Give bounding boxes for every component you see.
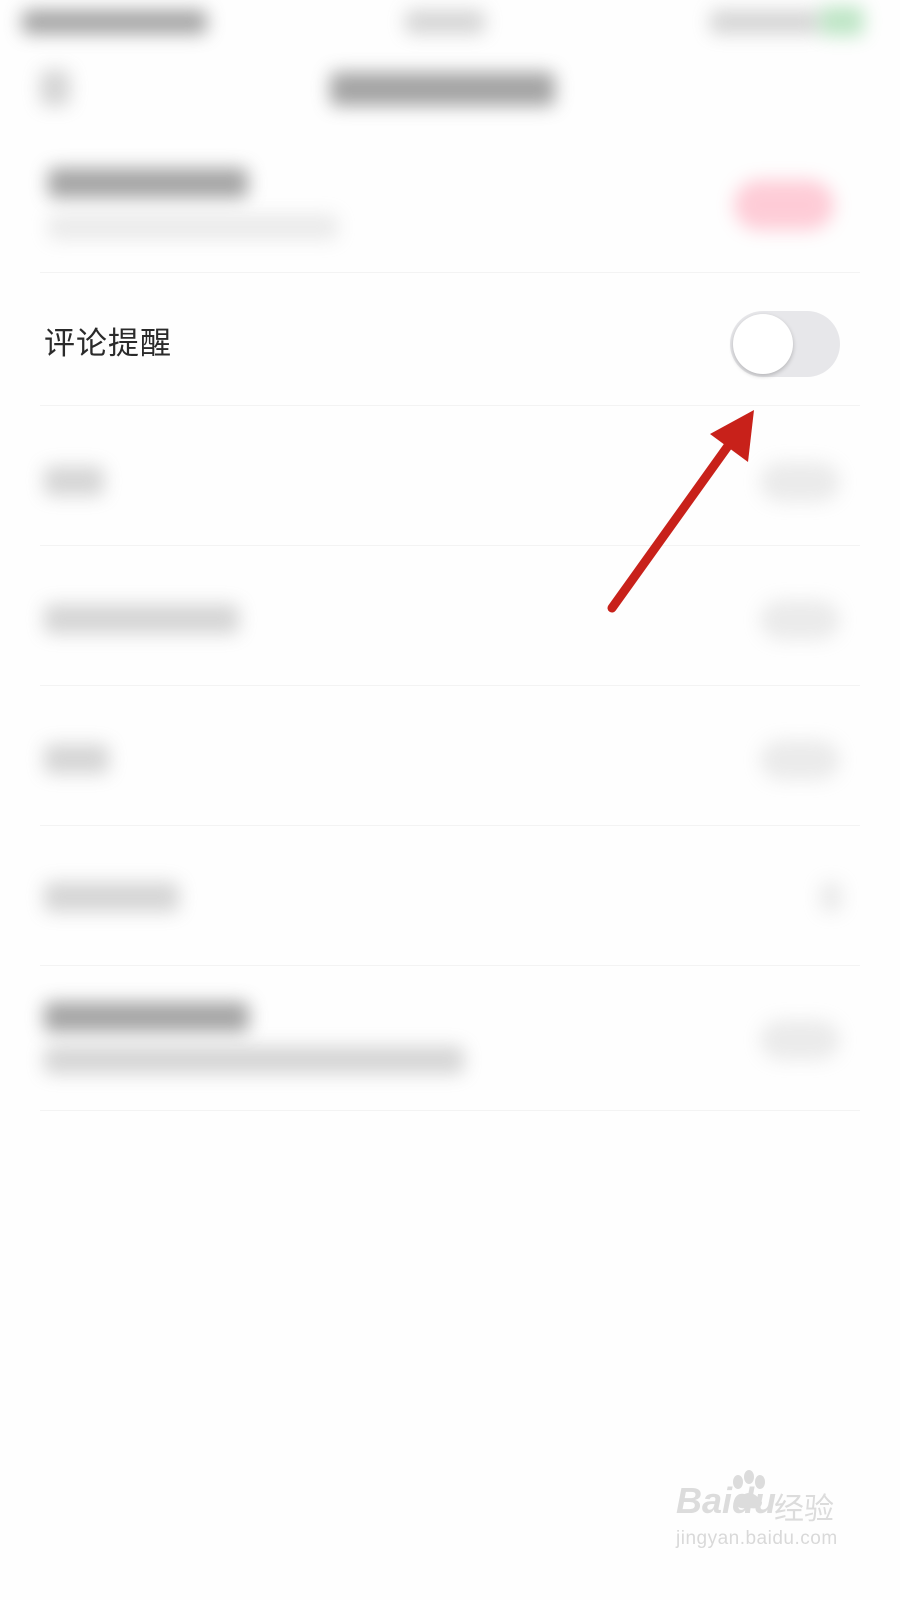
row-1-title-blurred (48, 168, 248, 198)
divider (40, 965, 860, 966)
divider (40, 685, 860, 686)
row-1-subtitle-blurred (48, 214, 338, 240)
row-5-title-blurred (44, 744, 109, 774)
row-4-title-blurred (44, 604, 239, 634)
row-6-chevron-blurred[interactable] (820, 882, 842, 912)
settings-screen: 评论提醒 Baidu 经验 jingyan.baidu.com (0, 0, 900, 1600)
baidu-watermark: Baidu 经验 jingyan.baidu.com (676, 1470, 846, 1560)
divider (40, 1110, 860, 1111)
row-1-toggle-blurred[interactable] (734, 180, 834, 230)
divider (40, 405, 860, 406)
row-4-toggle-blurred[interactable] (760, 600, 840, 640)
comment-reminder-label: 评论提醒 (44, 326, 172, 362)
status-bar-left-blurred (22, 10, 207, 34)
row-7-subtitle-blurred (44, 1046, 464, 1074)
status-bar-right-blurred (710, 10, 820, 34)
comment-reminder-toggle[interactable] (730, 311, 840, 377)
watermark-url: jingyan.baidu.com (676, 1528, 838, 1549)
row-7-toggle-blurred[interactable] (760, 1020, 840, 1060)
toggle-knob (733, 314, 793, 374)
divider (40, 545, 860, 546)
row-3-toggle-blurred[interactable] (760, 462, 840, 502)
row-7-title-blurred (44, 1002, 249, 1032)
battery-icon (820, 6, 864, 36)
paw-icon (733, 1470, 765, 1509)
row-5-toggle-blurred[interactable] (760, 740, 840, 780)
row-3-title-blurred (44, 466, 104, 496)
page-title-blurred (330, 72, 555, 106)
back-icon[interactable] (40, 70, 70, 106)
divider (40, 272, 860, 273)
annotation-arrow (607, 410, 754, 613)
status-bar-center-blurred (405, 10, 485, 34)
divider (40, 825, 860, 826)
row-6-title-blurred (44, 882, 179, 912)
watermark-brand-cn: 经验 (774, 1492, 834, 1527)
